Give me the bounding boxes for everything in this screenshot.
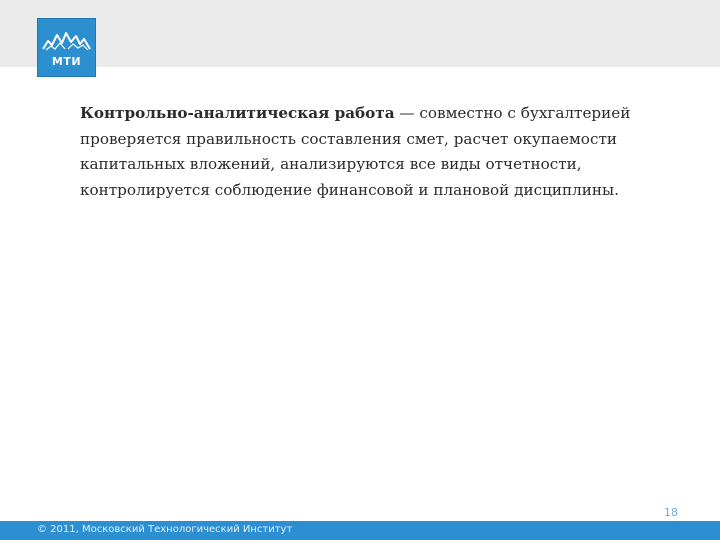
logo: МТИ <box>37 18 96 77</box>
page-number: 18 <box>664 506 678 519</box>
logo-text: МТИ <box>51 55 82 68</box>
term-heading: Контрольно-аналитическая работа <box>80 104 395 122</box>
body-paragraph: Контрольно-аналитическая работа — совмес… <box>80 101 660 203</box>
header-band <box>0 0 720 67</box>
footer-bar: © 2011, Московский Технологический Инсти… <box>0 521 720 540</box>
footer-copyright: © 2011, Московский Технологический Инсти… <box>37 524 293 535</box>
